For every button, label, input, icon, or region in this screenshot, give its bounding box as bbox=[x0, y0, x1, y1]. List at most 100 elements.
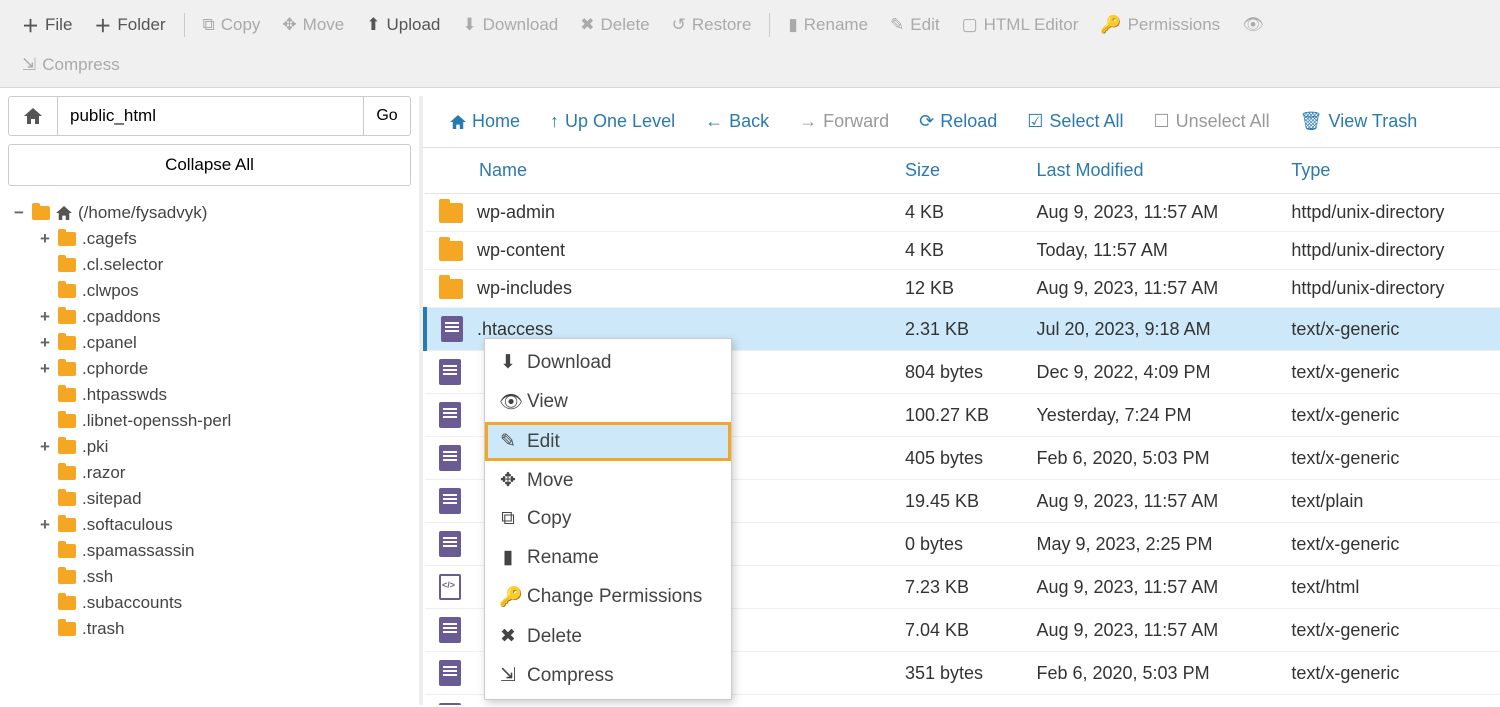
tree-item-label: .sitepad bbox=[82, 489, 142, 509]
file-modified: Today, 11:57 AM bbox=[1026, 232, 1281, 270]
download-icon: ⬇ bbox=[462, 15, 476, 35]
file-name: wp-admin bbox=[477, 202, 555, 223]
path-input[interactable] bbox=[58, 96, 363, 136]
expand-icon[interactable]: + bbox=[38, 515, 52, 535]
tree-item[interactable]: + .cpanel bbox=[8, 330, 411, 356]
file-modified: Aug 9, 2023, 11:57 AM bbox=[1026, 270, 1281, 308]
tree-item[interactable]: .subaccounts bbox=[8, 590, 411, 616]
folder-icon bbox=[58, 310, 76, 324]
folder-icon bbox=[58, 362, 76, 376]
tree-item[interactable]: +.cphorde bbox=[8, 356, 411, 382]
nav-view-trash-button[interactable]: 🗑View Trash bbox=[1287, 104, 1431, 139]
reload-icon: ⟳ bbox=[919, 111, 934, 132]
file-name: wp-content bbox=[477, 240, 565, 261]
new-folder-button[interactable]: ＋Folder bbox=[84, 8, 175, 41]
table-row[interactable]: wp-includes 12 KB Aug 9, 2023, 11:57 AM … bbox=[425, 270, 1500, 308]
nav-select-all-button[interactable]: ☑Select All bbox=[1014, 104, 1136, 139]
ctx-view[interactable]: 👁View bbox=[485, 382, 731, 422]
tree-item[interactable]: .razor bbox=[8, 460, 411, 486]
home-button[interactable] bbox=[8, 96, 58, 136]
up-icon: ↑ bbox=[550, 111, 559, 132]
nav-back-button[interactable]: ←Back bbox=[692, 104, 782, 139]
pencil-icon: ✎ bbox=[499, 430, 517, 453]
check-icon: ☑ bbox=[1027, 111, 1043, 132]
tree-item[interactable]: +.softaculous bbox=[8, 512, 411, 538]
expand-icon[interactable]: + bbox=[38, 333, 52, 353]
copy-icon: ⧉ bbox=[203, 15, 215, 35]
file-modified: Aug 9, 2023, 11:57 AM bbox=[1026, 695, 1281, 706]
ctx-download[interactable]: ⬇Download bbox=[485, 343, 731, 382]
folder-icon bbox=[58, 440, 76, 454]
uncheck-icon: ☐ bbox=[1153, 111, 1169, 132]
column-modified[interactable]: Last Modified bbox=[1026, 148, 1281, 194]
folder-icon bbox=[58, 232, 76, 246]
move-icon: ✥ bbox=[282, 15, 296, 35]
tree-item[interactable]: +.cagefs bbox=[8, 226, 411, 252]
tree-item[interactable]: .spamassassin bbox=[8, 538, 411, 564]
tree-item[interactable]: +.cpaddons bbox=[8, 304, 411, 330]
file-type: text/x-generic bbox=[1281, 523, 1500, 566]
column-size[interactable]: Size bbox=[895, 148, 1026, 194]
tree-root[interactable]: − (/home/fysadvyk) bbox=[8, 200, 411, 226]
ctx-move[interactable]: ✥Move bbox=[485, 461, 731, 500]
tree-item-label: .clwpos bbox=[82, 281, 139, 301]
view-button: 👁 bbox=[1232, 11, 1274, 39]
tree-item[interactable]: +.pki bbox=[8, 434, 411, 460]
file-type: text/x-generic bbox=[1281, 351, 1500, 394]
nav-up-button[interactable]: ↑Up One Level bbox=[537, 104, 688, 139]
copy-icon: ⧉ bbox=[499, 508, 517, 530]
tree-item[interactable]: .htpasswds bbox=[8, 382, 411, 408]
expand-icon[interactable]: + bbox=[38, 359, 52, 379]
folder-icon bbox=[58, 622, 76, 636]
file-modified: Aug 9, 2023, 11:57 AM bbox=[1026, 194, 1281, 232]
ctx-permissions[interactable]: 🔑Change Permissions bbox=[485, 577, 731, 617]
compress-icon: ⇲ bbox=[22, 55, 36, 75]
separator bbox=[769, 13, 770, 37]
collapse-all-button[interactable]: Collapse All bbox=[8, 144, 411, 186]
compress-button: ⇲Compress bbox=[12, 51, 130, 79]
folder-icon bbox=[58, 492, 76, 506]
file-type: httpd/unix-directory bbox=[1281, 232, 1500, 270]
expand-icon[interactable]: + bbox=[38, 307, 52, 327]
new-file-button[interactable]: ＋File bbox=[12, 8, 82, 41]
upload-button[interactable]: ⬆Upload bbox=[356, 11, 450, 39]
tree-item[interactable]: .clwpos bbox=[8, 278, 411, 304]
ctx-compress[interactable]: ⇲Compress bbox=[485, 656, 731, 695]
column-name[interactable]: Name bbox=[425, 148, 895, 194]
tree-item[interactable]: .cl.selector bbox=[8, 252, 411, 278]
file-size: 351 bytes bbox=[895, 652, 1026, 695]
file-modified: Dec 9, 2022, 4:09 PM bbox=[1026, 351, 1281, 394]
table-row[interactable]: wp-content 4 KB Today, 11:57 AM httpd/un… bbox=[425, 232, 1500, 270]
tree-item[interactable]: .ssh bbox=[8, 564, 411, 590]
folder-icon bbox=[32, 206, 50, 220]
go-button[interactable]: Go bbox=[363, 96, 411, 136]
tree-item[interactable]: .trash bbox=[8, 616, 411, 642]
nav-home-button[interactable]: Home bbox=[437, 104, 533, 139]
expand-icon[interactable]: + bbox=[38, 437, 52, 457]
file-size: 7.04 KB bbox=[895, 609, 1026, 652]
file-type: httpd/unix-directory bbox=[1281, 270, 1500, 308]
file-size: 100.27 KB bbox=[895, 394, 1026, 437]
ctx-edit[interactable]: ✎Edit bbox=[485, 422, 731, 461]
tree-item[interactable]: .sitepad bbox=[8, 486, 411, 512]
column-type[interactable]: Type bbox=[1281, 148, 1500, 194]
upload-icon: ⬆ bbox=[366, 15, 380, 35]
tree-item[interactable]: .libnet-openssh-perl bbox=[8, 408, 411, 434]
expand-icon[interactable]: + bbox=[38, 229, 52, 249]
main-toolbar: ＋File ＋Folder ⧉Copy ✥Move ⬆Upload ⬇Downl… bbox=[0, 0, 1500, 88]
nav-reload-button[interactable]: ⟳Reload bbox=[906, 104, 1010, 139]
folder-icon bbox=[58, 258, 76, 272]
nav-forward-button: →Forward bbox=[786, 104, 902, 139]
ctx-copy[interactable]: ⧉Copy bbox=[485, 500, 731, 538]
ctx-delete[interactable]: ✖Delete bbox=[485, 617, 731, 656]
file-size: 4 KB bbox=[895, 194, 1026, 232]
table-row[interactable]: wp-admin 4 KB Aug 9, 2023, 11:57 AM http… bbox=[425, 194, 1500, 232]
collapse-icon[interactable]: − bbox=[12, 203, 26, 223]
file-size: 2.31 KB bbox=[895, 308, 1026, 351]
file-icon bbox=[439, 402, 461, 428]
folder-icon bbox=[58, 544, 76, 558]
tree-item-label: .cpanel bbox=[82, 333, 137, 353]
tree-root-label: (/home/fysadvyk) bbox=[78, 203, 207, 223]
file-modified: Aug 9, 2023, 11:57 AM bbox=[1026, 480, 1281, 523]
ctx-rename[interactable]: ▮Rename bbox=[485, 538, 731, 577]
